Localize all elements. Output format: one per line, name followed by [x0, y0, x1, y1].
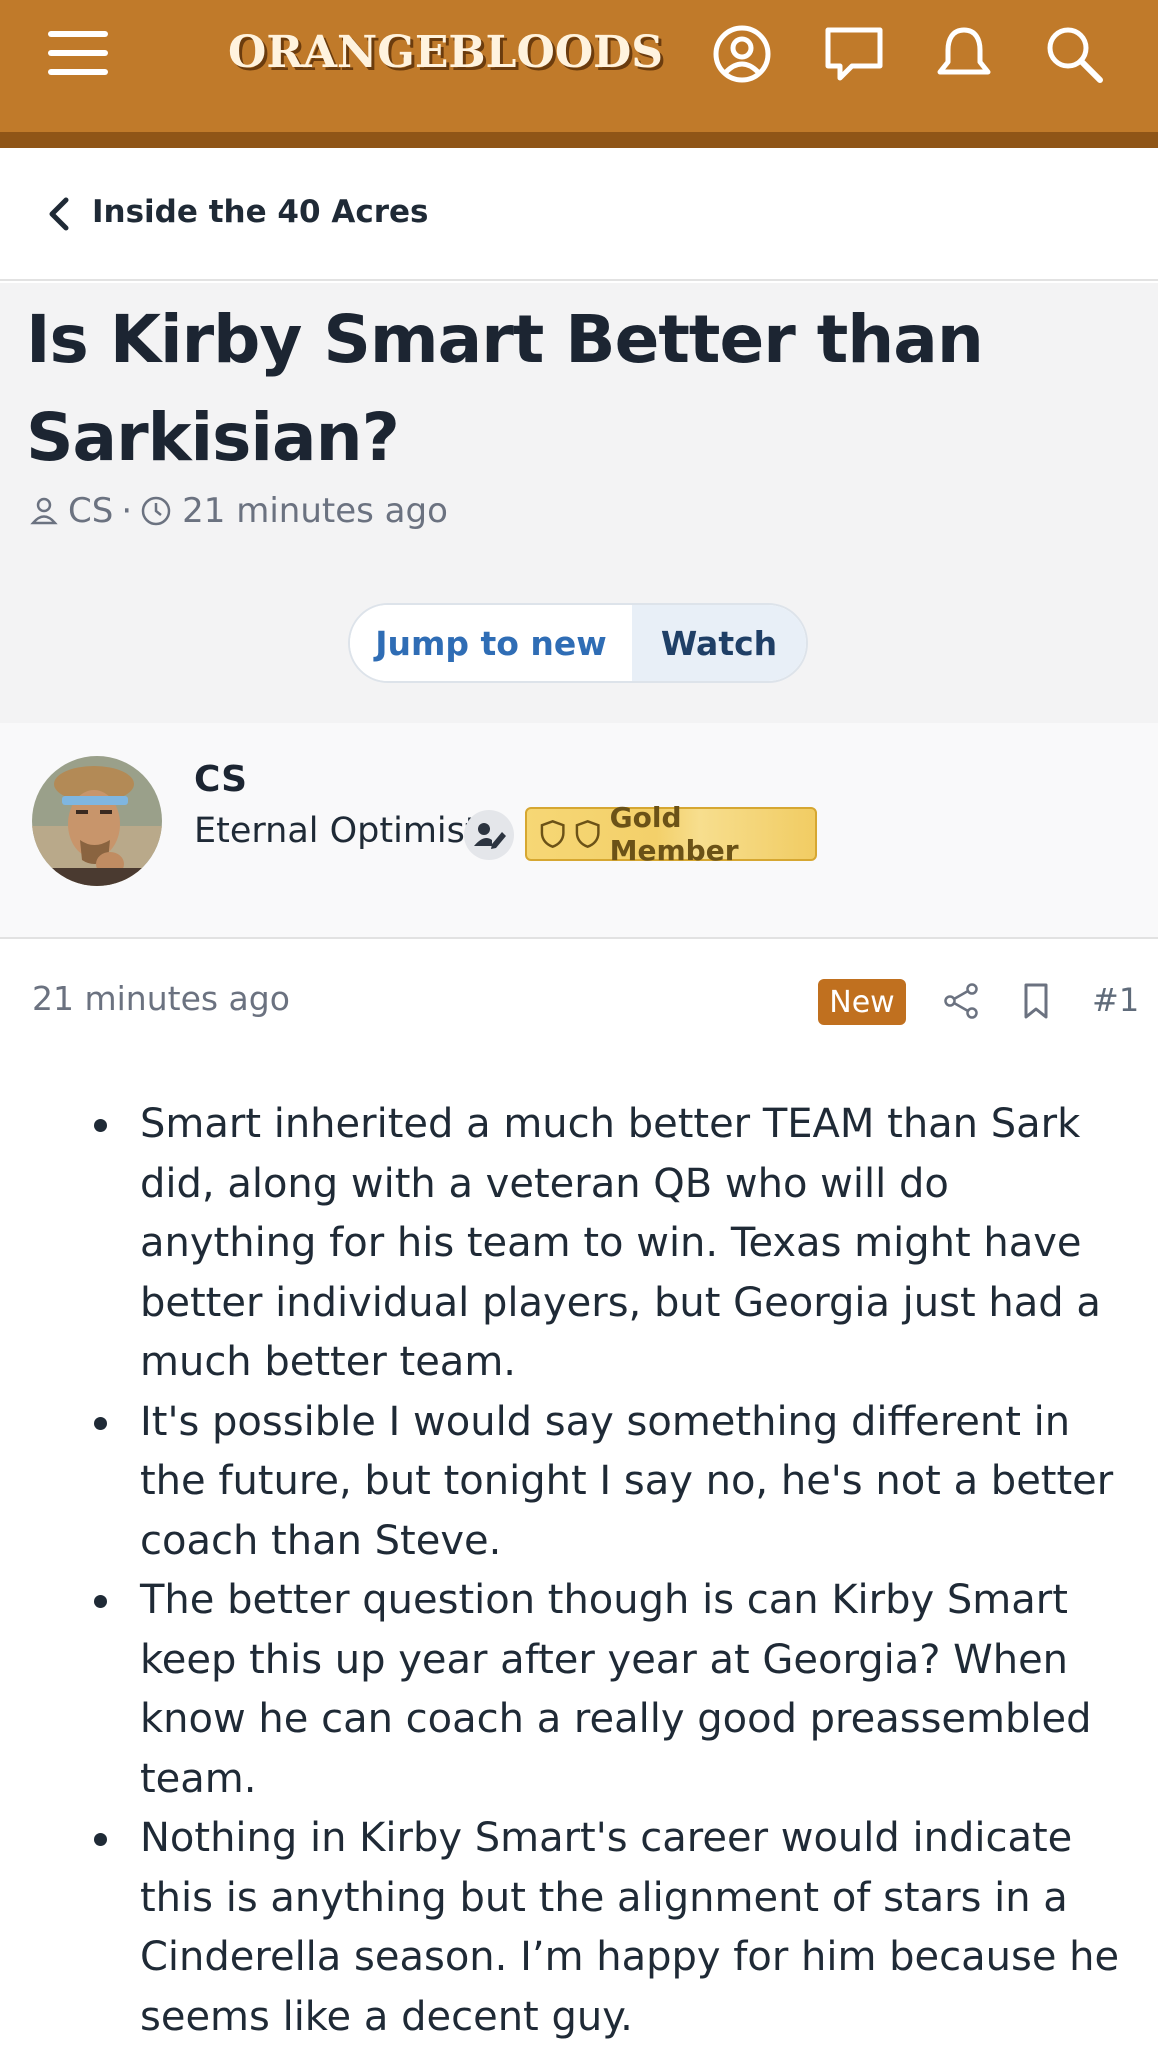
badge-label: Gold Member [609, 801, 739, 867]
watch-button[interactable]: Watch [632, 605, 806, 681]
post-body: Smart inherited a much better TEAM than … [0, 1095, 1158, 2047]
avatar[interactable] [32, 756, 162, 886]
jump-to-new-button[interactable]: Jump to new [350, 605, 632, 681]
new-badge: New [818, 979, 906, 1025]
post-number[interactable]: #1 [1092, 981, 1139, 1019]
bookmark-icon[interactable] [1016, 981, 1056, 1021]
thread-time: 21 minutes ago [182, 491, 448, 531]
user-icon [30, 497, 58, 525]
list-item: Nothing in Kirby Smart's career would in… [94, 1809, 1130, 2047]
post-time[interactable]: 21 minutes ago [32, 979, 290, 1018]
thread-title: Is Kirby Smart Better than Sarkisian? [26, 301, 984, 476]
list-item: It's possible I would say something diff… [94, 1393, 1130, 1572]
post-user-card: CS Eternal Optimist Gold Member [0, 723, 1158, 939]
list-item: The better question though is can Kirby … [94, 1571, 1130, 1809]
meta-separator: · [121, 491, 133, 531]
shield-icon [576, 820, 600, 848]
shield-icon [540, 820, 565, 848]
header-band [0, 132, 1158, 148]
post-username[interactable]: CS [194, 759, 247, 800]
list-item: Smart inherited a much better TEAM than … [94, 1095, 1130, 1393]
breadcrumb-label[interactable]: Inside the 40 Acres [92, 194, 428, 230]
bullet-list: Smart inherited a much better TEAM than … [0, 1095, 1158, 2047]
breadcrumb[interactable]: Inside the 40 Acres [0, 148, 1158, 281]
thread-author[interactable]: CS [68, 491, 113, 531]
menu-button[interactable] [48, 31, 108, 75]
user-edit-icon [464, 810, 514, 860]
user-title: Eternal Optimist [194, 811, 479, 851]
clock-icon [141, 496, 171, 526]
post-meta-row: 21 minutes ago New #1 [0, 941, 1158, 1041]
gold-member-badge: Gold Member [525, 801, 817, 867]
share-icon[interactable] [942, 981, 982, 1021]
menu-icon-bar [48, 69, 108, 75]
thread-header: Is Kirby Smart Better than Sarkisian? CS… [0, 283, 1158, 723]
site-logo[interactable]: ORANGEBLOODS [228, 22, 663, 84]
menu-icon-bar [48, 50, 108, 56]
thread-meta: CS · 21 minutes ago [30, 491, 448, 531]
chevron-left-icon [49, 197, 69, 231]
account-icon[interactable] [710, 22, 774, 86]
thread-actions: Jump to new Watch [348, 603, 808, 683]
menu-icon-bar [48, 31, 108, 37]
search-icon[interactable] [1042, 22, 1106, 86]
notifications-icon[interactable] [932, 22, 996, 86]
site-header: ORANGEBLOODS [0, 0, 1158, 132]
chat-icon[interactable] [822, 22, 886, 86]
